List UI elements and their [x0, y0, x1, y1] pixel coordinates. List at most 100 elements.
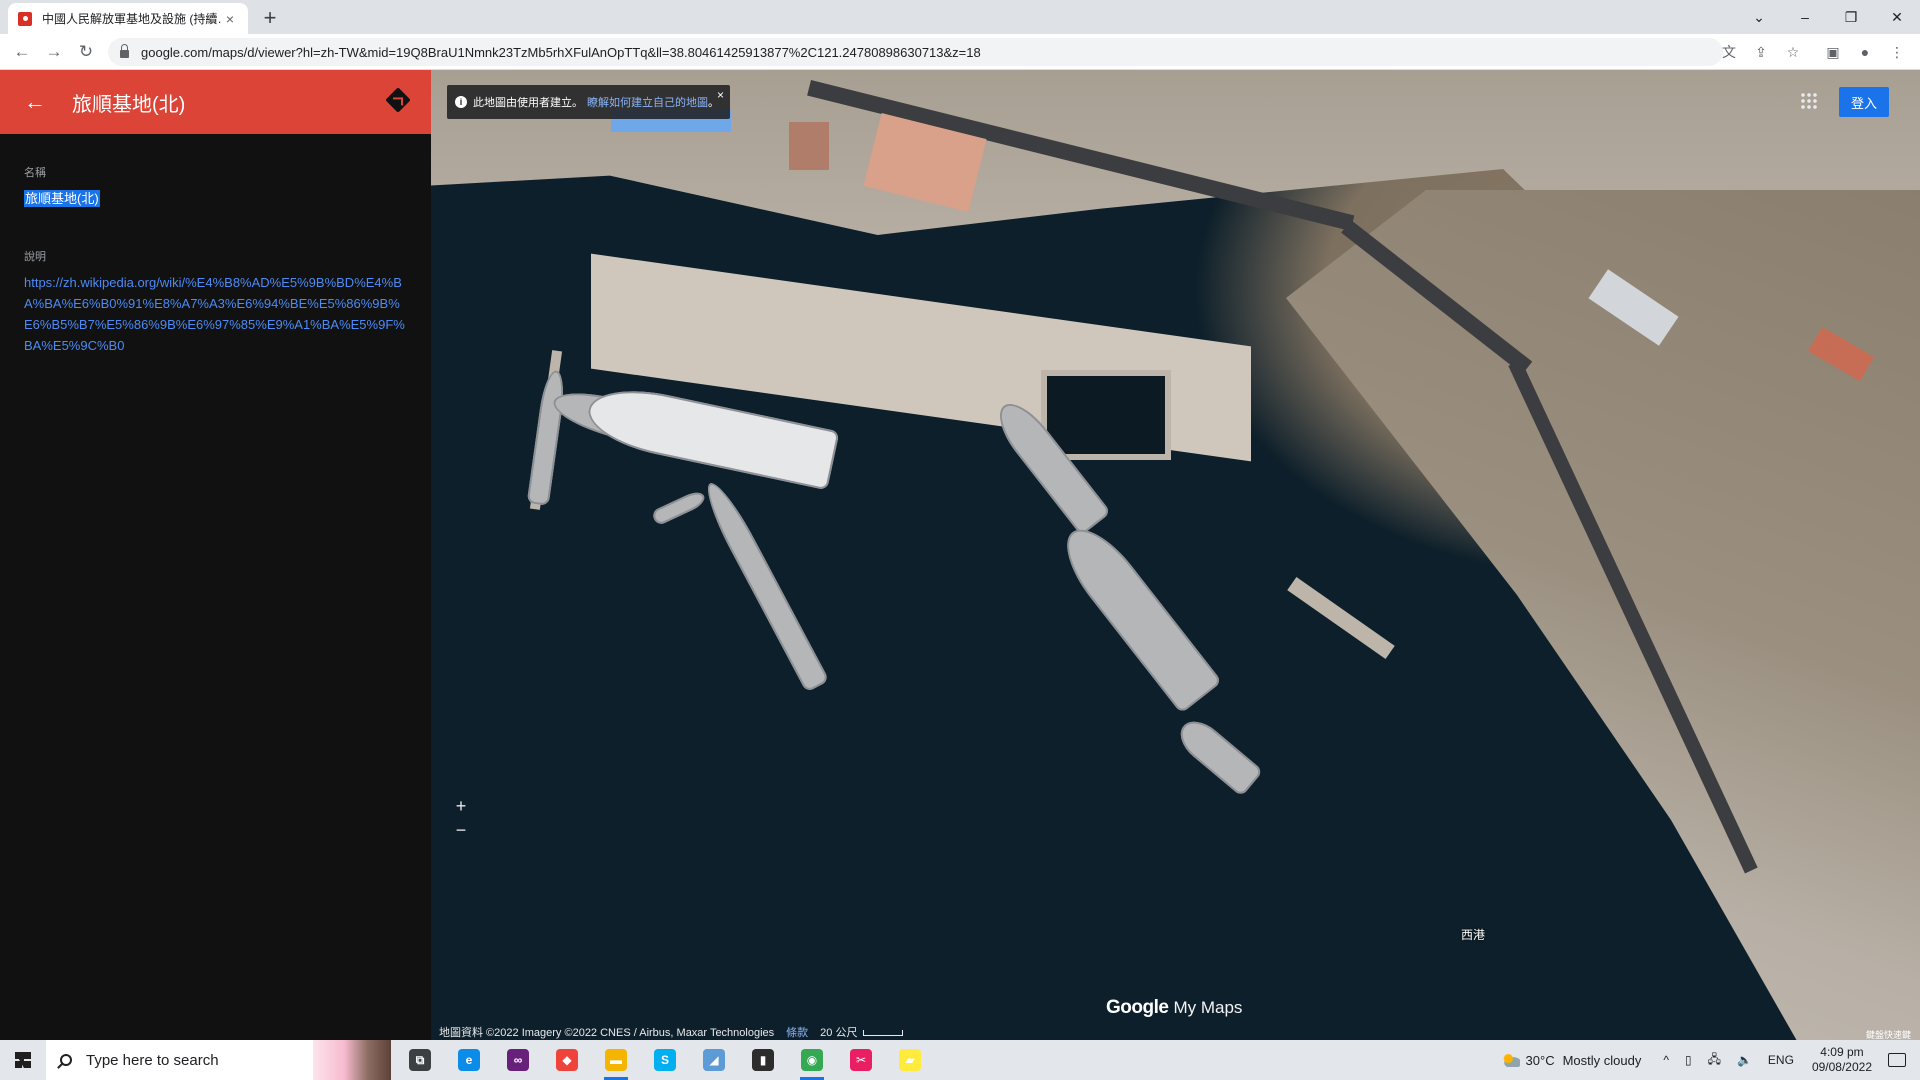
sticky-notes-taskbar-icon[interactable]: ▰ [890, 1040, 930, 1080]
back-arrow-icon[interactable]: ← [24, 89, 48, 115]
browser-tab[interactable]: 中國人民解放軍基地及設施 (持續… × [8, 3, 248, 34]
snipping-tool-taskbar-icon[interactable]: ✂ [841, 1040, 881, 1080]
browser-menu-icon[interactable]: ⋮ [1888, 43, 1906, 61]
address-bar[interactable]: google.com/maps/d/viewer?hl=zh-TW&mid=19… [108, 38, 1723, 66]
file-explorer-taskbar-icon[interactable]: ▬ [596, 1040, 636, 1080]
user-map-info-banner: i 此地圖由使用者建立。 瞭解如何建立自己的地圖 。 × [447, 85, 730, 119]
directions-icon[interactable] [385, 87, 411, 113]
anydesk-taskbar-icon[interactable]: ◆ [547, 1040, 587, 1080]
snipping-tool-icon: ✂ [850, 1049, 872, 1071]
temperature[interactable]: 30°C [1526, 1053, 1555, 1068]
info-icon: i [455, 96, 467, 108]
panel-title: 旅順基地(北) [72, 93, 186, 116]
wikipedia-link[interactable]: https://zh.wikipedia.org/wiki/%E4%B8%AD%… [24, 272, 407, 356]
scale-indicator[interactable]: 20 公尺 [820, 1024, 904, 1040]
close-window-button[interactable]: ✕ [1874, 0, 1920, 34]
forward-button[interactable]: → [42, 40, 66, 64]
red-roof-building [789, 122, 829, 170]
attribution-text: 地圖資料 ©2022 Imagery ©2022 CNES / Airbus, … [439, 1027, 775, 1039]
side-panel-icon[interactable]: ▣ [1824, 43, 1842, 61]
tab-search-icon[interactable]: ⌄ [1736, 0, 1782, 34]
tug-boat [650, 488, 708, 527]
my-maps-text: My Maps [1173, 998, 1243, 1017]
name-value-text: 旅順基地(北) [24, 190, 100, 207]
search-placeholder: Type here to search [86, 1051, 219, 1069]
restore-button[interactable]: ❐ [1828, 0, 1874, 34]
network-icon[interactable]: 🖧 [1708, 1050, 1721, 1071]
battery-icon[interactable]: ▯ [1685, 1053, 1692, 1067]
satellite-map[interactable]: 西港 + − [431, 70, 1920, 1040]
task-view-icon: ⧉ [409, 1049, 431, 1071]
reload-button[interactable]: ↻ [74, 40, 98, 64]
inner-basin [1041, 370, 1171, 460]
weather-icon[interactable] [1501, 1053, 1520, 1067]
terms-link[interactable]: 條款 [786, 1024, 808, 1040]
profile-icon[interactable]: ● [1856, 43, 1874, 61]
lock-icon[interactable] [120, 44, 129, 58]
panel-header: ← 旅順基地(北) [0, 70, 431, 134]
ship-group-2 [1051, 516, 1223, 714]
sticky-notes-icon: ▰ [899, 1049, 921, 1071]
weather-text[interactable]: Mostly cloudy [1563, 1053, 1642, 1068]
translate-icon[interactable]: 文 [1720, 43, 1738, 61]
scale-bar [863, 1030, 904, 1037]
maps-favicon-icon [18, 11, 32, 26]
clock-date: 09/08/2022 [1811, 1060, 1872, 1074]
start-button[interactable] [0, 1040, 46, 1080]
zoom-out-button[interactable]: − [450, 819, 472, 841]
name-value: 旅順基地(北) [24, 188, 431, 208]
new-tab-button[interactable]: + [258, 5, 282, 31]
tab-title: 中國人民解放軍基地及設施 (持續… [42, 12, 222, 26]
tab-close-icon[interactable]: × [222, 11, 238, 27]
tray-caret-icon[interactable]: ^ [1663, 1053, 1669, 1067]
sign-in-button[interactable]: 登入 [1839, 87, 1889, 117]
name-label: 名稱 [24, 167, 46, 179]
edge-taskbar-icon[interactable]: e [449, 1040, 489, 1080]
learn-create-map-link[interactable]: 瞭解如何建立自己的地圖 [587, 94, 708, 110]
file-explorer-icon: ▬ [605, 1049, 627, 1071]
clock[interactable]: 4:09 pm 09/08/2022 [1812, 1045, 1872, 1075]
tab-strip: 中國人民解放軍基地及設施 (持續… × + ⌄ – ❐ ✕ [0, 0, 1920, 34]
google-my-maps-logo: Google My Maps [1106, 997, 1242, 1019]
edge-icon: e [458, 1049, 480, 1071]
scale-text: 20 公尺 [820, 1027, 858, 1039]
south-pier [1287, 577, 1395, 659]
info-text: 此地圖由使用者建立。 [473, 97, 583, 109]
task-view-taskbar-icon[interactable]: ⧉ [400, 1040, 440, 1080]
ship-west-pier [526, 369, 568, 506]
language-indicator[interactable]: ENG [1768, 1053, 1794, 1067]
windows-logo-icon [15, 1052, 31, 1068]
unknown-app-icon: ◢ [703, 1049, 725, 1071]
bookmark-star-icon[interactable]: ☆ [1784, 43, 1802, 61]
visual-studio-taskbar-icon[interactable]: ∞ [498, 1040, 538, 1080]
volume-icon[interactable]: 🔈 [1737, 1053, 1752, 1067]
anydesk-icon: ◆ [556, 1049, 578, 1071]
visual-studio-icon: ∞ [507, 1049, 529, 1071]
chrome-taskbar-icon[interactable]: ◉ [792, 1040, 832, 1080]
search-icon [60, 1054, 72, 1066]
skype-icon: S [654, 1049, 676, 1071]
info-close-icon[interactable]: × [717, 88, 724, 102]
ship-group-3 [1172, 713, 1264, 797]
notification-icon[interactable] [1888, 1053, 1906, 1067]
map-attribution: 地圖資料 ©2022 Imagery ©2022 CNES / Airbus, … [439, 1024, 904, 1040]
clock-time: 4:09 pm [1820, 1045, 1864, 1059]
skype-taskbar-icon[interactable]: S [645, 1040, 685, 1080]
back-button[interactable]: ← [10, 40, 34, 64]
url-text[interactable]: google.com/maps/d/viewer?hl=zh-TW&mid=19… [141, 45, 981, 60]
share-icon[interactable]: ⇪ [1752, 43, 1770, 61]
ship-center [698, 477, 830, 693]
terminal-taskbar-icon[interactable]: ▮ [743, 1040, 783, 1080]
windows-taskbar: Type here to search ⧉ e ∞ ◆ ▬ S ◢ ▮ ◉ ✂ ▰ 30°C Mos… [0, 1040, 1920, 1080]
google-apps-icon[interactable] [1800, 92, 1818, 110]
description-label: 說明 [24, 251, 46, 263]
taskbar-search[interactable]: Type here to search [46, 1040, 391, 1080]
google-logo-text: Google [1106, 997, 1169, 1018]
system-tray: 30°C Mostly cloudy ^ ▯ 🖧 🔈 ENG 4:09 pm 0… [1501, 1040, 1920, 1080]
chrome-icon: ◉ [801, 1049, 823, 1071]
unknown-app-taskbar-icon[interactable]: ◢ [694, 1040, 734, 1080]
minimize-button[interactable]: – [1782, 0, 1828, 34]
browser-toolbar: ← → ↻ google.com/maps/d/viewer?hl=zh-TW&… [0, 34, 1920, 70]
feature-details-panel: ← 旅順基地(北) 名稱 旅順基地(北) 說明 https://zh.wikip… [0, 70, 431, 1040]
zoom-in-button[interactable]: + [450, 795, 472, 817]
